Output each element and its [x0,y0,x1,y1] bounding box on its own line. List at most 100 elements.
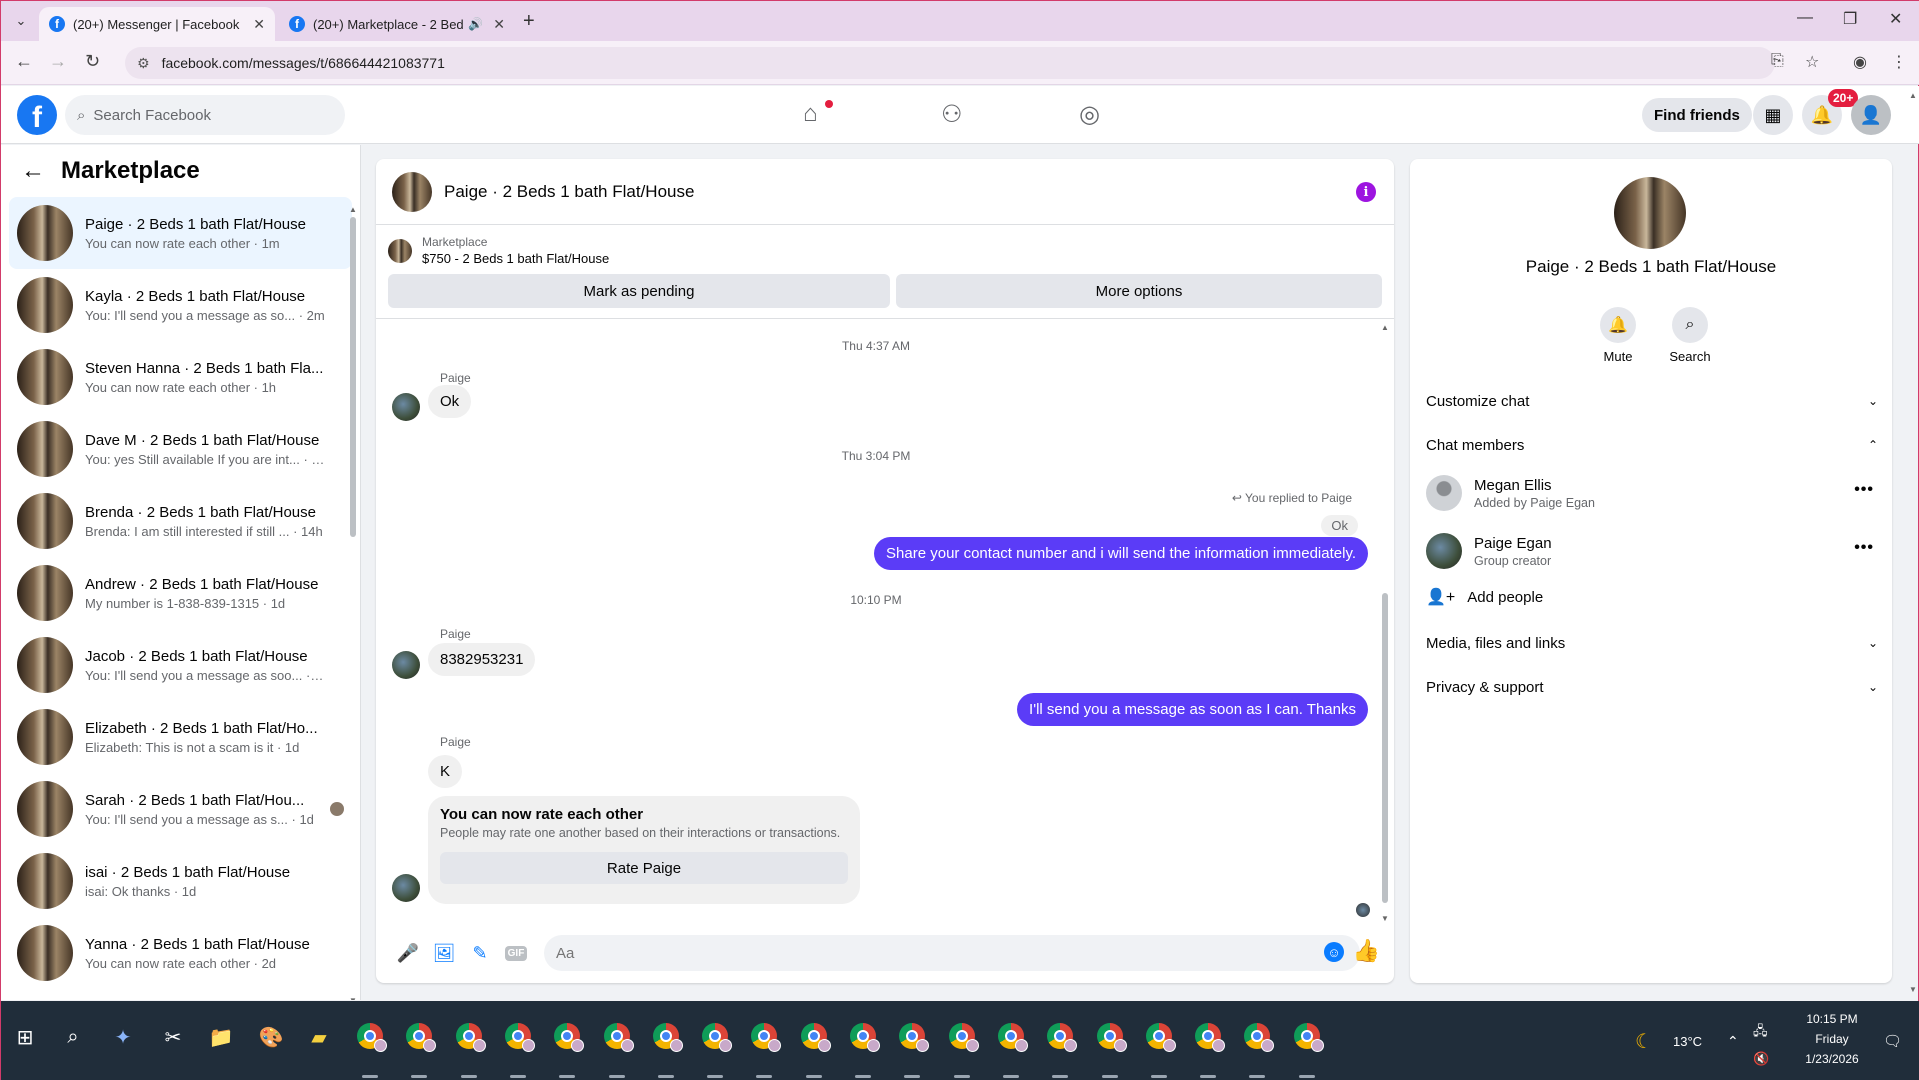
quoted-message[interactable]: Ok [1321,515,1358,536]
member-megan-ellis[interactable]: Megan Ellis Added by Paige Egan ••• [1426,467,1878,519]
conversation-info-icon[interactable]: i [1356,182,1376,202]
windows-start-icon[interactable]: ⊞ [9,1021,41,1053]
forward-icon[interactable]: → [49,51,67,72]
install-app-icon[interactable]: ⎘ [1771,52,1784,70]
account-avatar-icon[interactable]: 👤 [1851,95,1891,135]
message-bubble-incoming[interactable]: 8382953231 [428,643,536,676]
chrome-profile-icon[interactable] [1047,1023,1078,1052]
message-input[interactable] [544,935,1360,971]
scrollbar-thumb[interactable] [1382,593,1388,903]
search-action[interactable]: ⌕ Search [1660,307,1720,364]
listing-photo[interactable] [1614,177,1686,249]
conversation-item[interactable]: Dave M · 2 Beds 1 bath Flat/House You: ye… [9,413,352,485]
listing-thumbnail-small[interactable] [388,238,412,263]
tab-marketplace[interactable]: f (20+) Marketplace - 2 Beds 🔊 ✕ [279,7,515,41]
chrome-profile-icon[interactable] [1244,1023,1275,1052]
home-icon[interactable]: ⌂ [803,100,818,128]
taskbar-search-icon[interactable]: ⌕ [57,1021,89,1053]
audio-playing-icon[interactable]: 🔊 [468,17,483,31]
close-window-icon[interactable]: ✕ [1889,9,1902,29]
media-files-section[interactable]: Media, files and links ⌄ [1426,623,1878,663]
tab-search-chevron-icon[interactable]: ⌄ [9,11,33,31]
friends-icon[interactable]: ⚇ [941,100,963,129]
conversation-item[interactable]: Yanna · 2 Beds 1 bath Flat/House You can … [9,917,352,989]
tab-close-icon[interactable]: ✕ [493,16,505,33]
chrome-profile-icon[interactable] [1096,1023,1127,1052]
volume-muted-icon[interactable]: 🔇 [1753,1019,1769,1080]
chrome-profile-icon[interactable] [406,1023,437,1052]
chrome-profile-icon[interactable] [702,1023,733,1052]
chrome-profile-icon[interactable] [899,1023,930,1052]
message-bubble-outgoing[interactable]: Share your contact number and i will sen… [874,537,1368,570]
attach-image-icon[interactable]: 🖼 [426,935,462,971]
chrome-profile-icon[interactable] [751,1023,782,1052]
page-scroll-down-icon[interactable]: ▼ [1909,985,1917,994]
scroll-down-icon[interactable]: ▼ [349,996,357,1000]
chrome-menu-icon[interactable]: ⋮ [1891,52,1907,72]
find-friends-button[interactable]: Find friends [1642,98,1752,132]
member-paige-egan[interactable]: Paige Egan Group creator ••• [1426,525,1878,577]
scroll-down-icon[interactable]: ▼ [1381,914,1389,923]
chrome-profile-icon[interactable] [504,1023,535,1052]
sidebar-scrollbar[interactable]: ▲ ▼ [349,205,357,1000]
chrome-profile-icon[interactable] [1293,1023,1324,1052]
message-bubble-incoming[interactable]: Ok [428,385,472,418]
conversation-item[interactable]: Kayla · 2 Beds 1 bath Flat/House You: I'l… [9,269,352,341]
chat-scrollbar[interactable]: ▲ ▼ [1380,323,1390,923]
gif-icon[interactable]: GIF [498,935,534,971]
chat-title[interactable]: Paige · 2 Beds 1 bath Flat/House [444,182,694,202]
chrome-profile-icon[interactable] [357,1023,387,1052]
tab-close-icon[interactable]: ✕ [253,16,265,33]
reload-icon[interactable]: ↻ [85,51,100,72]
chrome-profile-icon[interactable] [948,1023,979,1052]
profile-icon[interactable]: ◉ [1853,52,1867,72]
file-explorer-icon[interactable]: 📁 [205,1021,237,1053]
more-options-button[interactable]: More options [895,274,1382,308]
chrome-profile-icon[interactable] [554,1023,585,1052]
menu-grid-icon[interactable]: ▦ [1753,95,1793,135]
add-people-button[interactable]: 👤+ Add people [1426,587,1543,607]
groups-icon[interactable]: ◎ [1079,100,1100,129]
listing-price[interactable]: $750 - 2 Beds 1 bath Flat/House [422,251,609,266]
notification-center-icon[interactable]: 🗨 [1883,1001,1902,1080]
back-icon[interactable]: ← [15,51,33,72]
site-info-icon[interactable]: ⚙ [137,55,150,72]
conversation-item[interactable]: Brenda · 2 Beds 1 bath Flat/House Brenda:… [9,485,352,557]
sticky-notes-icon[interactable]: ▰ [303,1021,335,1053]
restore-icon[interactable]: ❐ [1843,9,1857,29]
conversation-item[interactable]: Paige · 2 Beds 1 bath Flat/House You can … [9,197,352,269]
conversation-item[interactable]: Jacob · 2 Beds 1 bath Flat/House You: I'l… [9,629,352,701]
sticker-icon[interactable]: ✎ [462,935,498,971]
system-clock[interactable]: 10:15 PM Friday 1/23/2026 [1777,1009,1887,1069]
emoji-icon[interactable]: ☺ [1324,942,1344,962]
chrome-profile-icon[interactable] [603,1023,634,1052]
conversation-item[interactable]: Andrew · 2 Beds 1 bath Flat/House My numb… [9,557,352,629]
tab-messenger[interactable]: f (20+) Messenger | Facebook ✕ [39,7,275,41]
temperature[interactable]: 13°C [1673,1001,1702,1080]
conversation-item[interactable]: Elizabeth · 2 Beds 1 bath Flat/Ho... Eliz… [9,701,352,773]
message-bubble-incoming[interactable]: K [428,755,463,788]
chrome-profile-icon[interactable] [850,1023,880,1052]
scrollbar-thumb[interactable] [350,217,356,537]
more-options-icon[interactable]: ••• [1854,481,1874,499]
minimize-icon[interactable]: — [1797,9,1813,27]
new-tab-button[interactable]: + [523,10,535,33]
page-scroll-up-icon[interactable]: ▲ [1909,91,1917,100]
customize-chat-section[interactable]: Customize chat ⌄ [1426,381,1878,421]
sender-avatar[interactable] [392,874,420,902]
chrome-profile-icon[interactable] [1195,1023,1226,1052]
capcut-icon[interactable]: ✂ [157,1021,189,1053]
scroll-up-icon[interactable]: ▲ [1381,323,1389,332]
more-options-icon[interactable]: ••• [1854,539,1874,557]
facebook-logo-icon[interactable]: f [17,95,57,135]
listing-thumbnail[interactable] [392,171,432,212]
thumbs-up-icon[interactable]: 👍 [1353,938,1380,964]
conversation-item[interactable]: Sarah · 2 Beds 1 bath Flat/Hou... You: I'… [9,773,352,845]
bookmark-star-icon[interactable]: ☆ [1805,52,1819,72]
bell-icon[interactable]: 🔔 [1600,307,1636,343]
conversation-item[interactable]: isai · 2 Beds 1 bath Flat/House isai: Ok … [9,845,352,917]
facebook-search-input[interactable]: ⌕ Search Facebook [65,95,345,135]
back-arrow-icon[interactable]: ← [21,157,45,185]
scroll-up-icon[interactable]: ▲ [349,205,357,214]
chrome-profile-icon[interactable] [455,1023,486,1052]
